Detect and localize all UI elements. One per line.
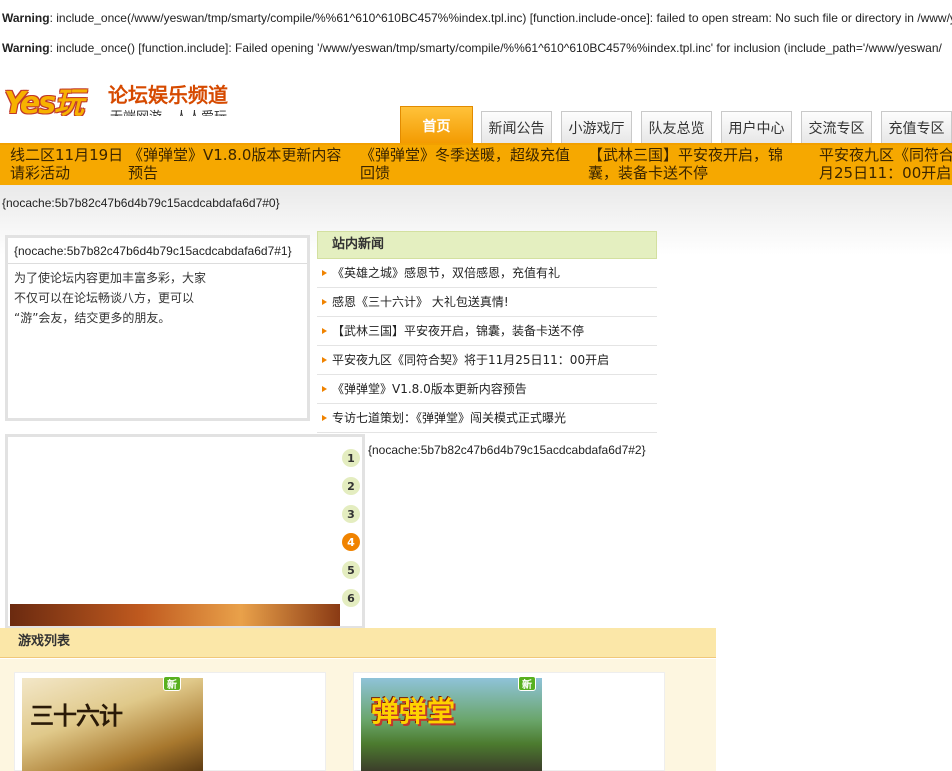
logo-subtitle: 无端网游，人人爱玩	[110, 106, 227, 116]
slide-page-1[interactable]: 1	[342, 449, 360, 467]
game-card[interactable]: 弹弹堂 新	[353, 672, 665, 771]
warning-text: : include_once(/www/yeswan/tmp/smarty/co…	[49, 11, 952, 25]
nav-tab-forum[interactable]: 交流专区	[801, 111, 872, 144]
slide-image[interactable]	[10, 604, 340, 626]
nocache-placeholder-2: {nocache:5b7b82c47b6d4b79c15acdcabdafa6d…	[368, 443, 646, 457]
slide-page-3[interactable]: 3	[342, 505, 360, 523]
slide-page-6[interactable]: 6	[342, 589, 360, 607]
intro-box: {nocache:5b7b82c47b6d4b79c15acdcabdafa6d…	[5, 235, 310, 421]
bullet-arrow-icon	[322, 270, 327, 276]
slide-page-5[interactable]: 5	[342, 561, 360, 579]
game-title-art: 弹弹堂	[371, 695, 456, 728]
site-news-title: 站内新闻	[317, 231, 657, 259]
nav-tab-teammates[interactable]: 队友总览	[641, 111, 712, 144]
new-badge-icon: 新	[163, 676, 181, 691]
logo-tagline: 论坛娱乐频道	[108, 83, 228, 107]
news-ticker: 线二区11月19日 请彩活动 《弹弹堂》V1.8.0版本更新内容 预告 《弹弹堂》冬…	[0, 145, 952, 185]
ticker-item[interactable]: 【武林三国】平安夜开启，锦 囊，装备卡送不停	[588, 146, 783, 182]
warning-label: Warning	[2, 41, 50, 55]
nav-tab-user-center[interactable]: 用户中心	[721, 111, 792, 144]
ticker-item[interactable]: 平安夜九区《同符合 月25日11：00开启	[819, 146, 952, 182]
game-thumbnail[interactable]: 三十六计	[22, 678, 203, 771]
php-warning-1: Warning: include_once(/www/yeswan/tmp/sm…	[2, 11, 952, 25]
game-title-art: 三十六计	[30, 701, 123, 730]
ticker-item[interactable]: 《弹弹堂》V1.8.0版本更新内容 预告	[128, 146, 341, 182]
nocache-placeholder-0: {nocache:5b7b82c47b6d4b79c15acdcabdafa6d…	[2, 196, 280, 210]
nav-tab-home[interactable]: 首页	[400, 106, 473, 144]
php-warning-2: Warning: include_once() [function.includ…	[2, 41, 942, 55]
bullet-arrow-icon	[322, 386, 327, 392]
nav-tab-news[interactable]: 新闻公告	[481, 111, 552, 144]
ticker-item[interactable]: 《弹弹堂》冬季送暖，超级充值 回馈	[360, 146, 570, 182]
slide-page-2[interactable]: 2	[342, 477, 360, 495]
warning-text: : include_once() [function.include]: Fai…	[49, 41, 942, 55]
logo-mark: Yes玩	[4, 86, 84, 116]
news-item[interactable]: 《弹弹堂》V1.8.0版本更新内容预告	[317, 375, 657, 404]
intro-text: 为了使论坛内容更加丰富多彩，大家 不仅可以在论坛畅谈八方，更可以 “游”会友，结…	[14, 271, 207, 325]
news-item[interactable]: 平安夜九区《同符合契》将于11月25日11：00开启	[317, 346, 657, 375]
slide-page-4[interactable]: 4	[342, 533, 360, 551]
nav-tab-recharge[interactable]: 充值专区	[881, 111, 952, 144]
ticker-item[interactable]: 线二区11月19日 请彩活动	[10, 146, 123, 182]
news-item[interactable]: 【武林三国】平安夜开启，锦囊，装备卡送不停	[317, 317, 657, 346]
game-thumbnail[interactable]: 弹弹堂	[361, 678, 542, 771]
site-logo[interactable]: Yes玩 论坛娱乐频道 无端网游，人人爱玩	[2, 76, 242, 116]
news-item[interactable]: 《英雄之城》感恩节，双倍感恩，充值有礼	[317, 259, 657, 288]
banner-slideshow[interactable]: 1 2 3 4 5 6	[5, 434, 365, 629]
bullet-arrow-icon	[322, 328, 327, 334]
nocache-placeholder-1: {nocache:5b7b82c47b6d4b79c15acdcabdafa6d…	[14, 244, 292, 258]
warning-label: Warning	[2, 11, 50, 25]
bullet-arrow-icon	[322, 299, 327, 305]
game-card[interactable]: 三十六计 新	[14, 672, 326, 771]
game-list-title: 游戏列表	[0, 628, 716, 658]
bullet-arrow-icon	[322, 415, 327, 421]
bullet-arrow-icon	[322, 357, 327, 363]
site-news-panel: 站内新闻 《英雄之城》感恩节，双倍感恩，充值有礼 感恩《三十六计》 大礼包送真情…	[317, 231, 657, 433]
news-item[interactable]: 感恩《三十六计》 大礼包送真情!	[317, 288, 657, 317]
nav-tab-minigames[interactable]: 小游戏厅	[561, 111, 632, 144]
intro-divider	[8, 263, 307, 264]
news-item[interactable]: 专访七道策划：《弹弹堂》闯关模式正式曝光	[317, 404, 657, 433]
new-badge-icon: 新	[518, 676, 536, 691]
